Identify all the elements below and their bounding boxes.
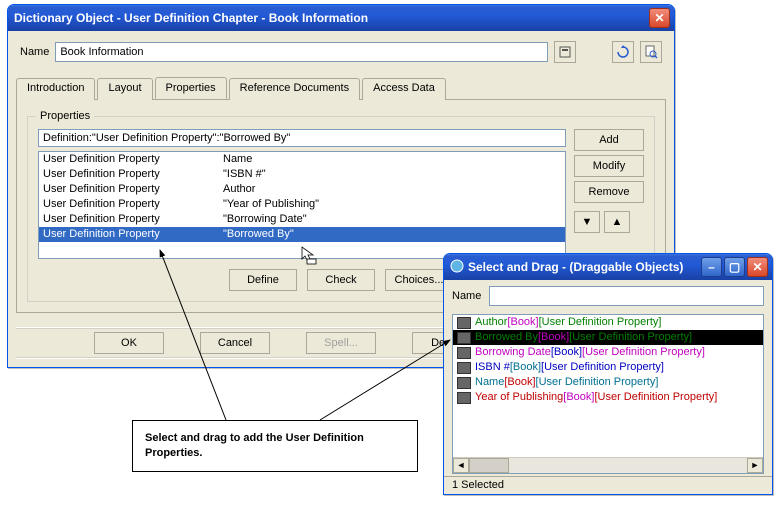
object-icon <box>457 392 471 404</box>
minimize-button[interactable]: – <box>701 257 722 277</box>
drag-item-name: Borrowed By <box>475 330 538 345</box>
property-type: User Definition Property <box>43 212 223 227</box>
drag-item[interactable]: Year of Publishing [Book] [User Definiti… <box>453 390 763 405</box>
refresh-icon[interactable] <box>612 41 634 63</box>
drag-item-type: [User Definition Property] <box>582 345 705 360</box>
drag-item[interactable]: Borrowing Date [Book] [User Definition P… <box>453 345 763 360</box>
drag-item[interactable]: Name [Book] [User Definition Property] <box>453 375 763 390</box>
properties-list[interactable]: User Definition PropertyNameUser Definit… <box>38 151 566 259</box>
tab-reference-documents[interactable]: Reference Documents <box>229 78 360 100</box>
tab-bar: Introduction Layout Properties Reference… <box>16 77 666 100</box>
drag-window-title: Select and Drag - (Draggable Objects) <box>468 260 699 274</box>
drag-item-name: Borrowing Date <box>475 345 551 360</box>
property-row[interactable]: User Definition Property"Borrowing Date" <box>39 212 565 227</box>
property-row[interactable]: User Definition PropertyAuthor <box>39 182 565 197</box>
app-icon <box>450 259 464 276</box>
drag-list[interactable]: Author [Book] [User Definition Property]… <box>452 314 764 474</box>
drag-name-input[interactable] <box>489 286 764 306</box>
add-button[interactable]: Add <box>574 129 644 151</box>
property-value: "ISBN #" <box>223 167 266 182</box>
tab-properties[interactable]: Properties <box>155 77 227 99</box>
define-button[interactable]: Define <box>229 269 297 291</box>
drag-name-label: Name <box>452 290 481 302</box>
properties-group-label: Properties <box>36 110 94 122</box>
drag-item[interactable]: Author [Book] [User Definition Property] <box>453 315 763 330</box>
tab-access-data[interactable]: Access Data <box>362 78 446 100</box>
drag-item[interactable]: ISBN # [Book] [User Definition Property] <box>453 360 763 375</box>
drag-close-button[interactable]: ✕ <box>747 257 768 277</box>
drag-statusbar: 1 Selected <box>444 476 772 494</box>
drag-item-name: Author <box>475 315 507 330</box>
property-value: "Borrowed By" <box>223 227 294 242</box>
scroll-left-icon[interactable]: ◄ <box>453 458 469 473</box>
scroll-thumb[interactable] <box>469 458 509 473</box>
property-value: "Year of Publishing" <box>223 197 319 212</box>
property-value: Name <box>223 152 252 167</box>
drag-item-type: [User Definition Property] <box>539 315 662 330</box>
window-title: Dictionary Object - User Definition Chap… <box>14 11 647 25</box>
maximize-button[interactable]: ▢ <box>724 257 745 277</box>
property-value: "Borrowing Date" <box>223 212 307 227</box>
name-input[interactable] <box>55 42 548 62</box>
titlebar-drag[interactable]: Select and Drag - (Draggable Objects) – … <box>444 254 772 280</box>
move-down-button[interactable]: ▼ <box>574 211 600 233</box>
drag-item-name: Year of Publishing <box>475 390 563 405</box>
object-icon <box>457 317 471 329</box>
drag-item-type: [User Definition Property] <box>569 330 692 345</box>
property-value: Author <box>223 182 255 197</box>
drag-item[interactable]: Borrowed By [Book] [User Definition Prop… <box>453 330 763 345</box>
property-type: User Definition Property <box>43 227 223 242</box>
drag-item-name: Name <box>475 375 504 390</box>
move-up-button[interactable]: ▲ <box>604 211 630 233</box>
close-button[interactable]: ✕ <box>649 8 670 28</box>
name-label: Name <box>20 46 49 58</box>
h-scrollbar[interactable]: ◄ ► <box>453 457 763 473</box>
tab-introduction[interactable]: Introduction <box>16 78 95 100</box>
property-type: User Definition Property <box>43 167 223 182</box>
modify-button[interactable]: Modify <box>574 155 644 177</box>
object-icon <box>457 332 471 344</box>
property-type: User Definition Property <box>43 152 223 167</box>
search-doc-icon[interactable] <box>640 41 662 63</box>
drag-item-context: [Book] <box>563 390 594 405</box>
drag-item-type: [User Definition Property] <box>541 360 664 375</box>
scroll-right-icon[interactable]: ► <box>747 458 763 473</box>
object-icon <box>457 377 471 389</box>
property-row[interactable]: User Definition Property"ISBN #" <box>39 167 565 182</box>
spell-button[interactable]: Spell... <box>306 332 376 354</box>
titlebar-main[interactable]: Dictionary Object - User Definition Chap… <box>8 5 674 31</box>
remove-button[interactable]: Remove <box>574 181 644 203</box>
check-button[interactable]: Check <box>307 269 375 291</box>
drag-item-context: [Book] <box>538 330 569 345</box>
drag-item-context: [Book] <box>507 315 538 330</box>
property-row[interactable]: User Definition Property"Year of Publish… <box>39 197 565 212</box>
drag-item-context: [Book] <box>504 375 535 390</box>
drag-item-type: [User Definition Property] <box>594 390 717 405</box>
object-icon <box>457 347 471 359</box>
drag-item-context: [Book] <box>510 360 541 375</box>
cancel-button[interactable]: Cancel <box>200 332 270 354</box>
drag-item-name: ISBN # <box>475 360 510 375</box>
property-type: User Definition Property <box>43 182 223 197</box>
ok-button[interactable]: OK <box>94 332 164 354</box>
drag-item-type: [User Definition Property] <box>536 375 659 390</box>
property-type: User Definition Property <box>43 197 223 212</box>
object-icon <box>457 362 471 374</box>
definition-line[interactable]: Definition:"User Definition Property":"B… <box>38 129 566 147</box>
callout-text: Select and drag to add the User Definiti… <box>132 420 418 472</box>
property-row[interactable]: User Definition Property"Borrowed By" <box>39 227 565 242</box>
tab-layout[interactable]: Layout <box>97 78 152 100</box>
drag-item-context: [Book] <box>551 345 582 360</box>
dropdown-icon[interactable] <box>554 41 576 63</box>
property-row[interactable]: User Definition PropertyName <box>39 152 565 167</box>
